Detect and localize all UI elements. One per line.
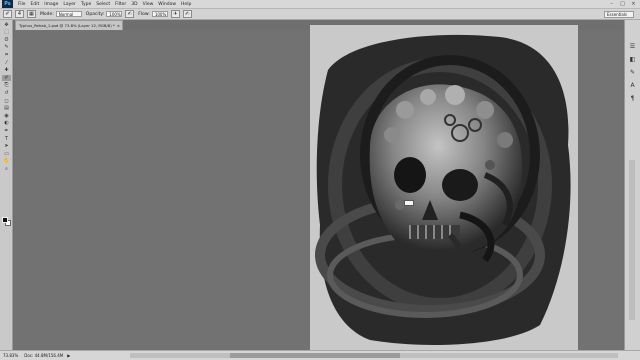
horizontal-scrollbar[interactable] (130, 353, 618, 358)
brush-cursor-hud (404, 200, 414, 206)
minimize-icon[interactable]: – (608, 1, 615, 7)
panel-dock: ☰ ◧ ✎ A ¶ (624, 20, 640, 350)
quick-select-icon[interactable]: ✎ (2, 44, 11, 50)
document-size: Doc: 44.8M/156.4M (24, 353, 64, 358)
menu-file[interactable]: File (18, 2, 26, 7)
opacity-field[interactable]: 100% (106, 11, 123, 17)
menu-window[interactable]: Window (158, 2, 176, 7)
maximize-icon[interactable]: □ (619, 1, 626, 7)
paragraph-panel-icon[interactable]: ¶ (628, 94, 637, 103)
gradient-icon[interactable]: ▤ (2, 105, 11, 111)
window-controls: – □ × (608, 1, 637, 7)
brush-panel-toggle-icon[interactable]: ▦ (27, 10, 36, 18)
mode-select[interactable]: Normal (55, 11, 82, 17)
canvas[interactable] (310, 25, 578, 350)
menu-3d[interactable]: 3D (131, 2, 137, 7)
blur-icon[interactable]: ◉ (2, 113, 11, 119)
close-icon[interactable]: × (630, 1, 637, 7)
horizontal-scroll-thumb[interactable] (230, 353, 400, 358)
healing-icon[interactable]: ✚ (2, 67, 11, 73)
history-brush-icon[interactable]: ↺ (2, 90, 11, 96)
document-title: Typhus_Rehab_1.psd @ 73.8% (Layer 12, RG… (19, 23, 115, 28)
zoom-icon[interactable]: ⌕ (2, 166, 11, 172)
menu-image[interactable]: Image (44, 2, 58, 7)
hand-icon[interactable]: ✋ (2, 158, 11, 164)
panel-scrollbar[interactable] (629, 160, 635, 320)
menu-help[interactable]: Help (181, 2, 191, 7)
character-panel-icon[interactable]: A (628, 81, 637, 90)
brush-panel-icon[interactable]: ✎ (628, 68, 637, 77)
clone-stamp-icon[interactable]: ⎘ (2, 82, 11, 88)
menu-select[interactable]: Select (96, 2, 110, 7)
shape-icon[interactable]: ▭ (2, 151, 11, 157)
adjustments-panel-icon[interactable]: ◧ (628, 55, 637, 64)
menu-layer[interactable]: Layer (63, 2, 76, 7)
brush-icon[interactable]: ✐ (2, 74, 11, 81)
pen-icon[interactable]: ✒ (2, 128, 11, 134)
tools-panel: ✥ ⬚ ʘ ✎ ⌗ ⁄ ✚ ✐ ⎘ ↺ ◻ ▤ ◉ ◐ ✒ T ➤ ▭ ✋ ⌕ (0, 20, 13, 350)
menu-view[interactable]: View (143, 2, 154, 7)
type-icon[interactable]: T (2, 136, 11, 142)
brush-preset-icon[interactable]: ✐ (3, 10, 12, 18)
options-bar: ✐ 4 ▦ Mode: Normal Opacity: 100% ✍ Flow:… (0, 9, 640, 20)
eraser-icon[interactable]: ◻ (2, 98, 11, 104)
menu-bar: Ps File Edit Image Layer Type Select Fil… (0, 0, 640, 9)
menu-type[interactable]: Type (81, 2, 91, 7)
flow-field[interactable]: 100% (151, 11, 168, 17)
flow-label: Flow: (138, 11, 150, 17)
eyedropper-icon[interactable]: ⁄ (2, 60, 11, 66)
status-menu-arrow-icon[interactable]: ▶ (67, 353, 70, 358)
brush-size-picker[interactable]: 4 (15, 10, 24, 18)
painting (310, 25, 578, 350)
pressure-size-icon[interactable]: ✍ (182, 10, 192, 18)
workspace-switcher[interactable]: Essentials (604, 11, 634, 18)
menu-edit[interactable]: Edit (31, 2, 40, 7)
foreground-color-swatch[interactable] (2, 217, 8, 223)
mode-label: Mode: (40, 11, 54, 17)
photoshop-logo-icon: Ps (2, 0, 13, 8)
document-close-icon[interactable]: × (117, 21, 120, 30)
status-bar: 73.83% Doc: 44.8M/156.4M ▶ (0, 350, 640, 360)
path-select-icon[interactable]: ➤ (2, 143, 11, 149)
menu-filter[interactable]: Filter (115, 2, 126, 7)
zoom-level[interactable]: 73.83% (3, 353, 18, 358)
pressure-opacity-icon[interactable]: ✍ (125, 10, 135, 18)
lasso-icon[interactable]: ʘ (2, 37, 11, 43)
document-tab[interactable]: Typhus_Rehab_1.psd @ 73.8% (Layer 12, RG… (15, 20, 123, 30)
opacity-label: Opacity: (85, 11, 105, 17)
marquee-icon[interactable]: ⬚ (2, 29, 11, 35)
move-icon[interactable]: ✥ (2, 22, 11, 28)
dodge-icon[interactable]: ◐ (2, 120, 11, 126)
crop-icon[interactable]: ⌗ (2, 52, 11, 58)
layers-panel-icon[interactable]: ☰ (628, 42, 637, 51)
airbrush-icon[interactable]: ✈ (170, 10, 180, 18)
